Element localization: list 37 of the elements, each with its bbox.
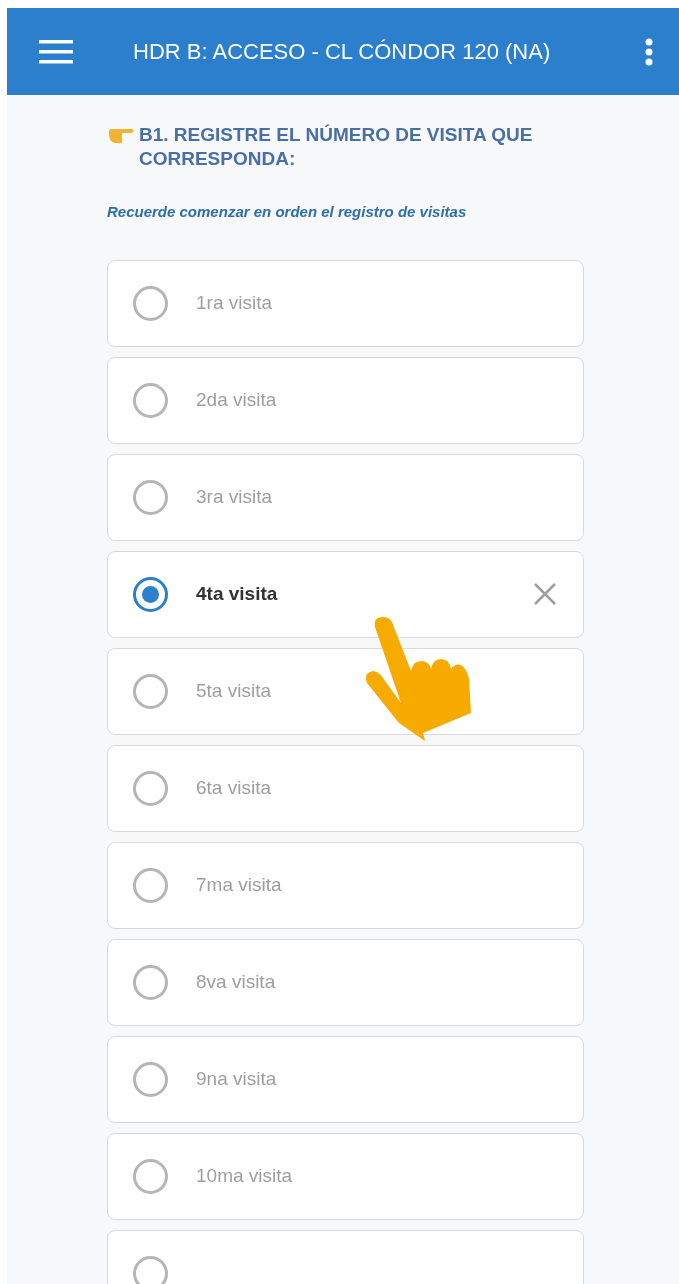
app-bar-title: HDR B: ACCESO - CL CÓNDOR 120 (NA) — [133, 38, 551, 66]
radio-button[interactable] — [133, 867, 168, 903]
option-label: 5ta visita — [196, 678, 271, 703]
radio-button[interactable] — [133, 673, 168, 709]
menu-icon[interactable] — [39, 39, 73, 64]
radio-button[interactable] — [133, 1061, 168, 1097]
question-hint: Recuerde comenzar en orden el registro de visitas — [107, 202, 468, 222]
option-card[interactable]: 6ta visita — [107, 744, 584, 832]
radio-button[interactable] — [133, 1158, 168, 1194]
option-card[interactable]: 3ra visita — [107, 453, 584, 541]
option-label: 10ma visita — [196, 1163, 293, 1188]
close-icon[interactable] — [533, 582, 557, 606]
radio-button[interactable] — [133, 285, 168, 321]
option-card[interactable]: 2da visita — [107, 356, 584, 444]
hand-pointer-icon — [363, 615, 473, 741]
option-label: 3ra visita — [196, 484, 273, 509]
option-card[interactable]: 10ma visita — [107, 1132, 584, 1220]
option-label: 1ra visita — [196, 290, 273, 315]
question-title: B1. REGISTRE EL NÚMERO DE VISITA QUE CORRESPONDA: — [139, 123, 534, 171]
option-card[interactable]: 9na visita — [107, 1035, 584, 1123]
radio-button[interactable] — [133, 770, 168, 806]
radio-button[interactable] — [133, 964, 168, 1000]
option-label: 8va visita — [196, 969, 276, 994]
option-card[interactable]: 7ma visita — [107, 841, 584, 929]
radio-button[interactable] — [133, 382, 168, 418]
option-label: 4ta visita — [196, 581, 278, 606]
radio-button[interactable] — [133, 576, 168, 612]
option-card[interactable]: 4ta visita — [107, 550, 584, 638]
option-label: 9na visita — [196, 1066, 277, 1091]
option-label: 7ma visita — [196, 872, 282, 897]
option-card[interactable]: 8va visita — [107, 938, 584, 1026]
option-label: 6ta visita — [196, 775, 271, 800]
option-card[interactable]: 1ra visita — [107, 259, 584, 347]
radio-button[interactable] — [133, 479, 168, 515]
radio-button[interactable] — [133, 1255, 168, 1284]
option-label: 2da visita — [196, 387, 277, 412]
more-options-icon[interactable] — [645, 37, 653, 66]
